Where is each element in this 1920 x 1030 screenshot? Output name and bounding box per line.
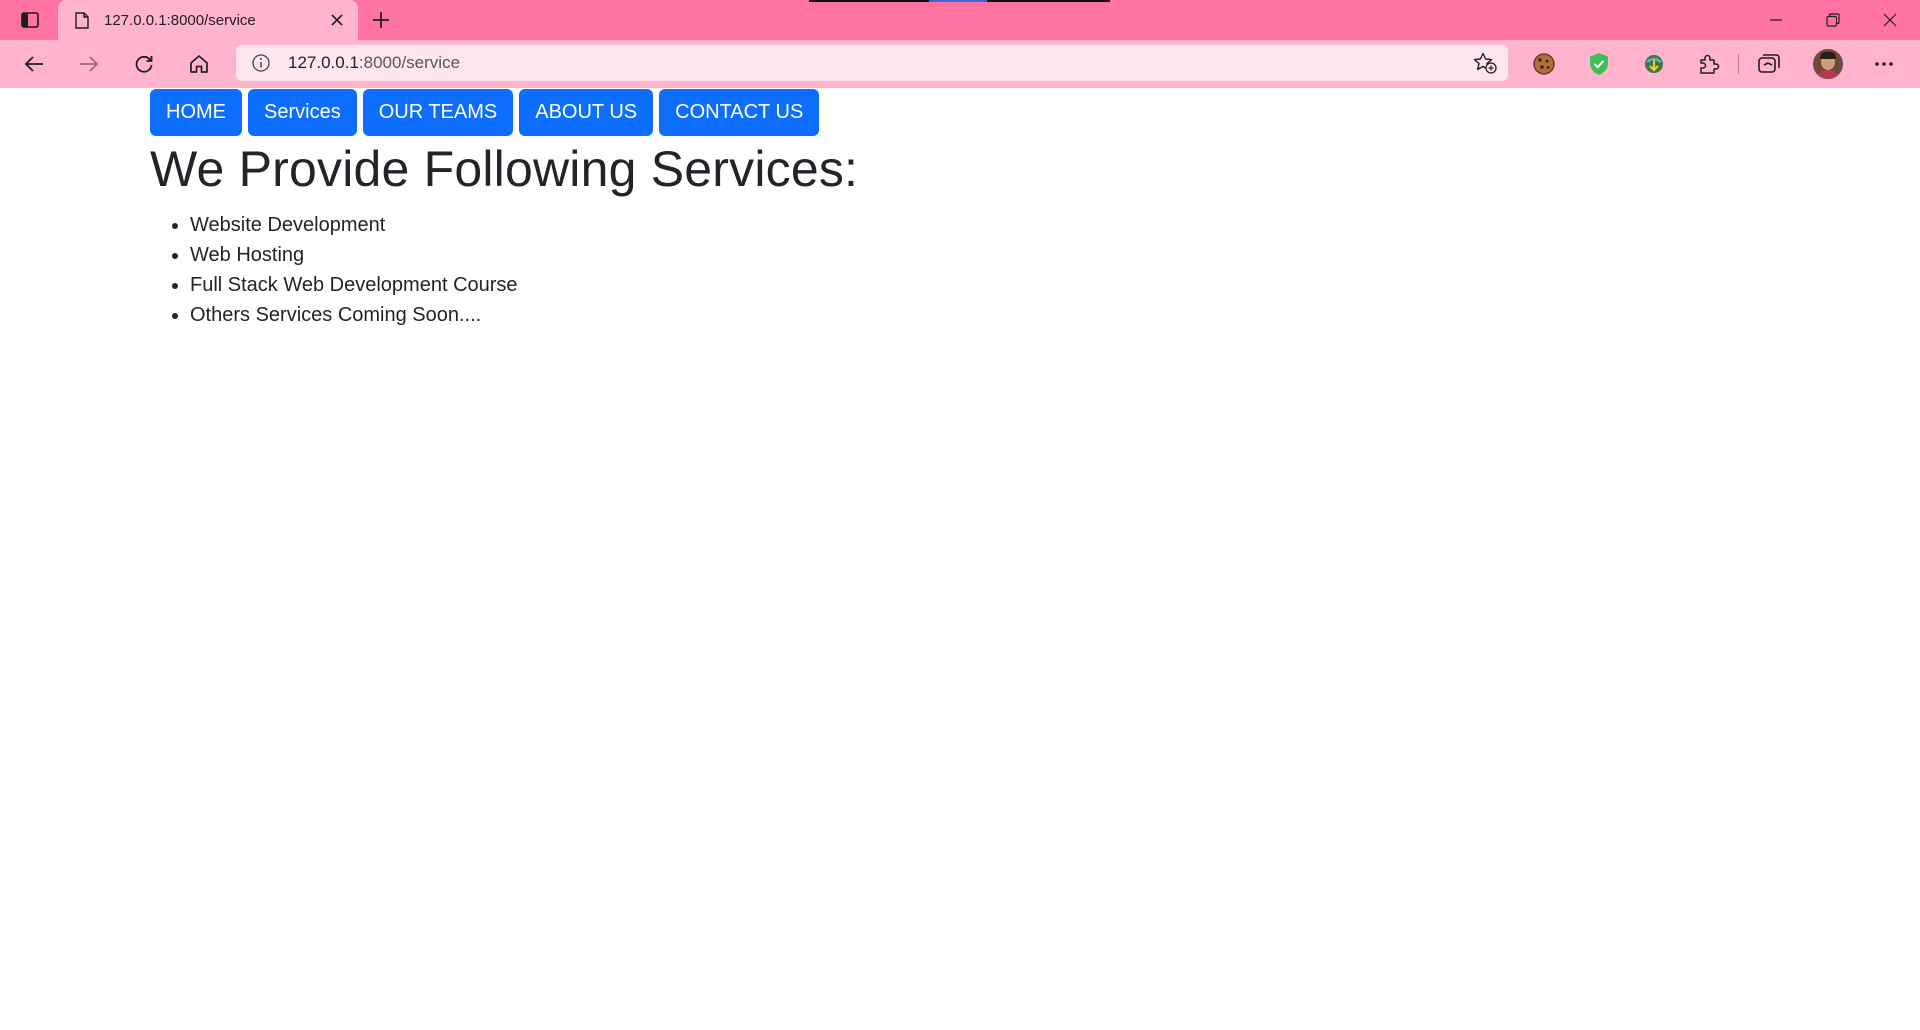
url-field[interactable]: 127.0.0.1:8000/service bbox=[288, 53, 1408, 73]
shield-extension-icon[interactable] bbox=[1584, 49, 1614, 79]
download-manager-extension-icon[interactable] bbox=[1639, 49, 1669, 79]
tab-actions-icon bbox=[21, 12, 39, 28]
profile-avatar[interactable] bbox=[1813, 49, 1843, 79]
browser-chrome: 127.0.0.1:8000/service 127.0.0.1:8000/se… bbox=[0, 0, 1920, 88]
back-button[interactable] bbox=[16, 47, 52, 81]
nav-contact-us-button[interactable]: CONTACT US bbox=[659, 89, 820, 136]
plus-icon bbox=[373, 12, 389, 28]
list-item: Web Hosting bbox=[190, 240, 518, 270]
star-add-icon bbox=[1473, 52, 1497, 74]
ellipsis-icon bbox=[1875, 62, 1893, 66]
nav-services-button[interactable]: Services bbox=[248, 89, 357, 136]
nav-home-button[interactable]: HOME bbox=[150, 89, 242, 136]
tab-close-button[interactable] bbox=[322, 5, 352, 35]
extensions-puzzle-icon[interactable] bbox=[1694, 49, 1724, 79]
home-button[interactable] bbox=[181, 47, 217, 81]
new-tab-button[interactable] bbox=[366, 6, 396, 34]
tab-strip: 127.0.0.1:8000/service bbox=[0, 0, 1920, 40]
nav-our-teams-button[interactable]: OUR TEAMS bbox=[362, 89, 514, 136]
more-options-button[interactable] bbox=[1869, 49, 1899, 79]
close-window-button[interactable] bbox=[1862, 0, 1918, 40]
refresh-icon bbox=[135, 55, 153, 73]
list-item: Website Development bbox=[190, 210, 518, 240]
site-info-icon[interactable] bbox=[250, 52, 272, 74]
tab-title: 127.0.0.1:8000/service bbox=[104, 11, 256, 29]
loading-indicator bbox=[809, 0, 1110, 2]
page-heading: We Provide Following Services: bbox=[150, 141, 859, 197]
minimize-icon bbox=[1770, 19, 1782, 21]
close-icon bbox=[1883, 13, 1897, 27]
nav-about-us-button[interactable]: ABOUT US bbox=[519, 89, 654, 136]
url-path: :8000/service bbox=[358, 53, 461, 72]
restore-icon bbox=[1826, 13, 1840, 27]
close-icon bbox=[331, 14, 343, 26]
restore-button[interactable] bbox=[1805, 0, 1861, 40]
url-host: 127.0.0.1 bbox=[288, 53, 359, 72]
list-item: Full Stack Web Development Course bbox=[190, 270, 518, 300]
home-icon bbox=[190, 55, 208, 73]
cookie-extension-icon[interactable] bbox=[1529, 49, 1559, 79]
address-bar[interactable]: 127.0.0.1:8000/service bbox=[236, 45, 1508, 81]
collections-icon[interactable] bbox=[1754, 49, 1784, 79]
tab-actions-button[interactable] bbox=[14, 7, 46, 33]
toolbar-divider bbox=[1738, 54, 1739, 74]
browser-toolbar: 127.0.0.1:8000/service bbox=[0, 40, 1920, 88]
services-list: Website Development Web Hosting Full Sta… bbox=[150, 210, 518, 330]
arrow-right-icon bbox=[80, 56, 99, 72]
page-icon bbox=[74, 11, 90, 29]
arrow-left-icon bbox=[24, 56, 43, 72]
list-item: Others Services Coming Soon.... bbox=[190, 300, 518, 330]
main-nav: HOME Services OUR TEAMS ABOUT US CONTACT… bbox=[150, 89, 820, 136]
page-content: HOME Services OUR TEAMS ABOUT US CONTACT… bbox=[0, 88, 1920, 1030]
active-tab[interactable]: 127.0.0.1:8000/service bbox=[58, 0, 358, 40]
minimize-button[interactable] bbox=[1748, 0, 1804, 40]
refresh-button[interactable] bbox=[126, 47, 162, 81]
add-favorite-button[interactable] bbox=[1472, 51, 1498, 75]
forward-button[interactable] bbox=[71, 47, 107, 81]
